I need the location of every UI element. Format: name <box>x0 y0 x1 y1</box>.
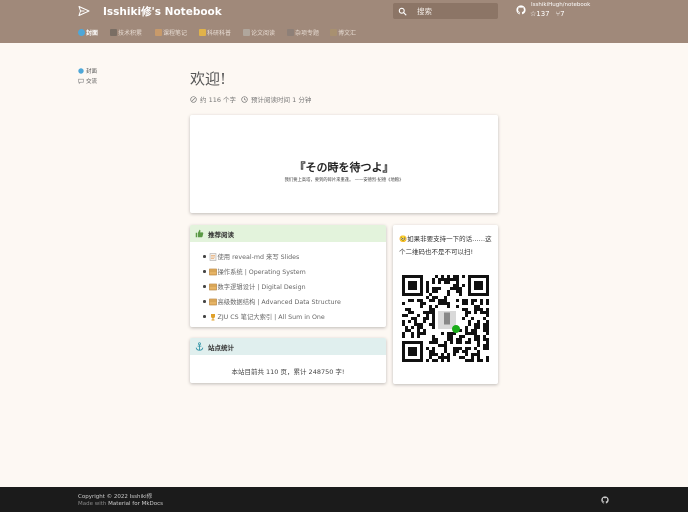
read-time: 预计阅读时间 1 分钟 <box>251 96 312 104</box>
research-icon <box>199 29 206 36</box>
nav-tabs: 封面 技术积累 课程笔记 科研科普 论文阅读 杂项专题 博文汇 <box>0 22 688 43</box>
page-meta: 约 116 个字 预计阅读时间 1 分钟 <box>190 94 311 104</box>
tab-label: 课程笔记 <box>163 30 188 37</box>
tech-icon <box>110 29 117 36</box>
cover-icon <box>78 68 84 74</box>
trophy-icon <box>210 313 215 320</box>
bullet <box>203 315 206 318</box>
list-item[interactable]: 操作系统 | Operating System <box>203 264 386 279</box>
paper-icon <box>243 29 250 36</box>
sidebar-item-chat[interactable]: 交流 <box>78 76 97 86</box>
tab-course[interactable]: 课程笔记 <box>155 28 187 37</box>
stats-heading: 站点统计 <box>208 343 234 352</box>
tab-research[interactable]: 科研科普 <box>199 28 231 37</box>
recommend-header: 推荐阅读 <box>190 225 386 242</box>
edit-icon <box>190 95 197 103</box>
cover-icon <box>78 29 85 36</box>
misc-icon <box>287 29 294 36</box>
tab-label: 论文阅读 <box>251 30 276 37</box>
search-input[interactable] <box>417 6 497 16</box>
recommend-heading: 推荐阅读 <box>208 230 234 239</box>
stats-header: 站点统计 <box>190 338 386 355</box>
sidebar-item-label: 封面 <box>86 69 98 75</box>
thumbs-up-icon <box>195 229 204 238</box>
course-icon <box>155 29 162 36</box>
tab-tech[interactable]: 技术积累 <box>110 28 142 37</box>
tab-blog[interactable]: 博文汇 <box>330 28 356 37</box>
tab-label: 杂项专题 <box>295 30 320 37</box>
paper-plane-icon[interactable] <box>78 5 90 17</box>
made-prefix: Made with <box>78 501 107 507</box>
bullet <box>203 300 206 303</box>
bullet <box>203 255 206 258</box>
site-title[interactable]: Isshiki修's Notebook <box>103 4 222 19</box>
tab-label: 技术积累 <box>118 30 143 37</box>
tab-label: 科研科普 <box>207 30 232 37</box>
page-title: 欢迎! <box>190 70 227 88</box>
quote-subtitle: 我们要上高塔，要到的碎片来重逢。 ——安德烈·纪德《地粮》 <box>284 178 404 183</box>
copyright-text: Copyright © 2022 Isshiki修 <box>78 494 153 500</box>
box-icon <box>208 283 217 290</box>
box-icon <box>208 268 217 275</box>
quote-card: 『その時を待つよ』 我们要上高塔，要到的碎片来重逢。 ——安德烈·纪德《地粮》 <box>190 115 498 213</box>
github-icon <box>516 5 526 15</box>
sidebar-item-cover[interactable]: 封面 <box>78 66 97 76</box>
mkdocs-link[interactable]: Material for MkDocs <box>108 501 163 507</box>
tab-label: 封面 <box>86 30 99 37</box>
search-icon <box>398 7 407 16</box>
recommend-list: 使用 reveal-md 来写 Slides 操作系统 | Operating … <box>190 242 386 324</box>
list-item-label: 使用 reveal-md 来写 Slides <box>217 254 300 261</box>
box-icon <box>208 298 217 305</box>
repo-forks: ⑂7 <box>555 10 565 18</box>
stats-card: 站点统计 本站目前共 110 页，累计 248750 字! <box>190 338 386 383</box>
document-icon <box>209 252 216 261</box>
clock-icon <box>241 95 248 103</box>
list-item-label: ZJU CS 笔记大索引 | All Sum in One <box>217 314 325 321</box>
tab-misc[interactable]: 杂项专题 <box>287 28 319 37</box>
repo-stats: ☆137 ⑂7 <box>530 10 565 18</box>
search-box[interactable] <box>393 3 498 19</box>
footer: Copyright © 2022 Isshiki修 Made with Mate… <box>0 487 688 512</box>
sidebar-item-label: 交流 <box>86 79 98 85</box>
blog-icon <box>330 29 337 36</box>
qr-code-image[interactable] <box>402 275 489 362</box>
tab-paper[interactable]: 论文阅读 <box>243 28 275 37</box>
chat-icon <box>78 78 84 84</box>
repo-name: IsshikiHugh/notebook <box>531 2 591 8</box>
list-item[interactable]: ZJU CS 笔记大索引 | All Sum in One <box>203 309 386 324</box>
quote-title: 『その時を待つよ』 <box>294 161 394 174</box>
repo-stars: ☆137 <box>530 10 550 18</box>
word-count: 约 116 个字 <box>200 96 237 104</box>
stats-text: 本站目前共 110 页，累计 248750 字! <box>231 368 345 376</box>
tab-cover[interactable]: 封面 <box>78 28 98 37</box>
recommend-card: 推荐阅读 使用 reveal-md 来写 Slides 操作系统 | Opera… <box>190 225 386 327</box>
header-bar: Isshiki修's Notebook IsshikiHugh/notebook… <box>0 0 688 22</box>
list-item[interactable]: 使用 reveal-md 来写 Slides <box>203 249 386 264</box>
github-icon[interactable] <box>601 496 609 504</box>
donate-text: 🥺如果非要支持一下的话……这个二维码也不是不可以扫! <box>399 235 492 256</box>
list-item[interactable]: 高级数据结构 | Advanced Data Structure <box>203 294 386 309</box>
anchor-icon <box>195 342 204 351</box>
bullet <box>203 285 206 288</box>
list-item[interactable]: 数字逻辑设计 | Digital Design <box>203 279 386 294</box>
sidebar-nav: 封面 交流 <box>78 66 97 86</box>
tab-label: 博文汇 <box>338 30 357 37</box>
list-item-label: 操作系统 | Operating System <box>217 269 306 276</box>
list-item-label: 高级数据结构 | Advanced Data Structure <box>217 299 341 306</box>
list-item-label: 数字逻辑设计 | Digital Design <box>217 284 306 291</box>
donate-card: 🥺如果非要支持一下的话……这个二维码也不是不可以扫! <box>393 225 498 384</box>
made-with-text: Made with Material for MkDocs <box>78 501 163 507</box>
bullet <box>203 270 206 273</box>
